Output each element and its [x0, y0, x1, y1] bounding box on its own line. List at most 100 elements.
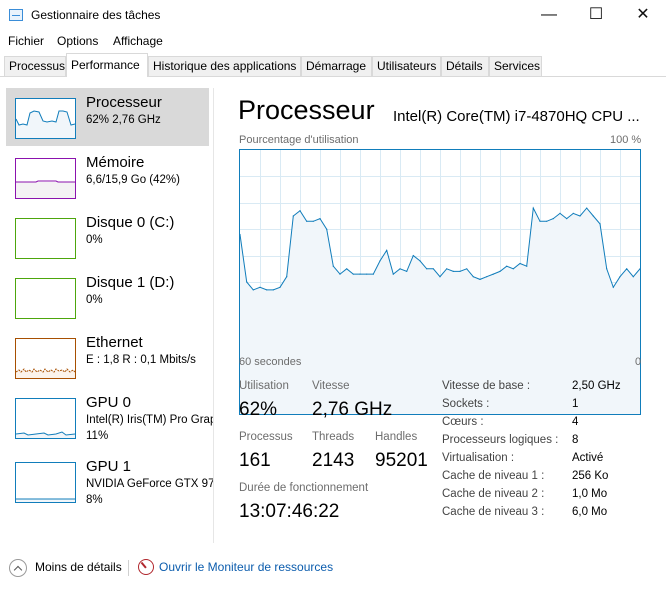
usage-point [526, 265, 528, 267]
usage-point [592, 215, 594, 217]
cpu-thumbnail [15, 98, 76, 139]
usage-point [386, 249, 388, 251]
handles-value: 95201 [375, 450, 428, 471]
title-bar: Gestionnaire des tâches — ☐ ✕ [0, 0, 666, 31]
spec-label: Cache de niveau 2 : [442, 488, 545, 500]
usage-point [426, 268, 428, 270]
tab-processus[interactable]: Processus [4, 56, 66, 76]
usage-point [612, 286, 614, 288]
tab-services[interactable]: Services [489, 56, 542, 76]
tab-details[interactable]: Détails [441, 56, 489, 76]
usage-point [306, 220, 308, 222]
spec-label: Cœurs : [442, 416, 484, 428]
sidebar-item-value: E : 1,8 R : 0,1 Mbits/s [86, 354, 196, 366]
tab-bar: Processus Performance Historique des app… [0, 52, 666, 77]
vitesse-value: 2,76 GHz [312, 399, 393, 420]
usage-point [512, 268, 514, 270]
task-manager-icon [9, 9, 23, 21]
sidebar-item-label: Processeur [86, 94, 162, 111]
open-resource-monitor-link[interactable]: Ouvrir le Moniteur de ressources [159, 560, 333, 574]
menu-affichage[interactable]: Affichage [113, 34, 163, 48]
sidebar-item-label: Ethernet [86, 334, 143, 351]
sidebar-item-value: 62% 2,76 GHz [86, 114, 161, 126]
spec-value: 1,0 Mo [572, 488, 608, 500]
spec-value: 2,50 GHz [572, 380, 621, 392]
usage-point [379, 260, 381, 262]
tab-utilisateurs[interactable]: Utilisateurs [372, 56, 441, 76]
usage-point [632, 276, 634, 278]
graph-label-max: 100 % [610, 134, 642, 146]
footer-divider [128, 560, 129, 576]
processus-label: Processus [239, 431, 293, 443]
spec-label: Sockets : [442, 398, 490, 410]
sidebar-item-label: GPU 1 [86, 458, 132, 475]
spec-label: Processeurs logiques : [442, 434, 559, 446]
sidebar-item-memoire[interactable]: Mémoire 6,6/15,9 Go (42%) [6, 148, 209, 206]
vitesse-label: Vitesse [312, 380, 350, 392]
footer-bar: Moins de détails Ouvrir le Moniteur de r… [0, 548, 666, 593]
usage-point [246, 281, 248, 283]
less-details-button[interactable]: Moins de détails [35, 560, 122, 574]
usage-point [266, 289, 268, 291]
sidebar-item-value: 6,6/15,9 Go (42%) [86, 174, 180, 186]
usage-point [552, 218, 554, 220]
usage-point [406, 270, 408, 272]
sidebar-item-gpu-1[interactable]: GPU 1 NVIDIA GeForce GTX 970M 8% [6, 452, 213, 510]
spec-label: Virtualisation : [442, 452, 515, 464]
usage-point [626, 268, 628, 270]
usage-point [432, 268, 434, 270]
menu-options[interactable]: Options [57, 34, 98, 48]
usage-point [372, 273, 374, 275]
usage-point [459, 270, 461, 272]
sidebar-item-ethernet[interactable]: Ethernet E : 1,8 R : 0,1 Mbits/s [6, 328, 209, 386]
sidebar-item-processeur[interactable]: Processeur 62% 2,76 GHz [6, 88, 209, 146]
usage-point [472, 276, 474, 278]
sidebar-item-label: GPU 0 [86, 394, 132, 411]
processus-value: 161 [239, 450, 271, 471]
close-button[interactable]: ✕ [620, 0, 666, 31]
usage-point [366, 273, 368, 275]
sidebar-item-disque-1[interactable]: Disque 1 (D:) 0% [6, 268, 209, 326]
usage-point [352, 273, 354, 275]
disk-1-thumbnail [15, 278, 76, 319]
utilisation-value: 62% [239, 399, 278, 420]
uptime-label: Durée de fonctionnement [239, 482, 369, 494]
window-title: Gestionnaire des tâches [31, 8, 161, 22]
usage-point [446, 268, 448, 270]
spec-value: Activé [572, 452, 604, 464]
sidebar-item-label: Disque 0 (C:) [86, 214, 175, 231]
usage-point [566, 218, 568, 220]
memory-thumbnail [15, 158, 76, 199]
usage-point [412, 255, 414, 257]
cpu-usage-chart [240, 150, 640, 414]
graph-label-usage: Pourcentage d'utilisation [239, 134, 359, 146]
usage-point [326, 228, 328, 230]
resource-monitor-icon[interactable] [138, 559, 154, 575]
tab-demarrage[interactable]: Démarrage [301, 56, 372, 76]
usage-point [312, 220, 314, 222]
maximize-button[interactable]: ☐ [573, 0, 619, 31]
sidebar-item-subtitle: Intel(R) Iris(TM) Pro Graphics [86, 414, 213, 426]
sidebar-item-disque-0[interactable]: Disque 0 (C:) 0% [6, 208, 209, 266]
usage-point [439, 276, 441, 278]
usage-point [332, 265, 334, 267]
resource-sidebar: Processeur 62% 2,76 GHz Mémoire 6,6/15,9… [0, 88, 213, 548]
sidebar-item-label: Disque 1 (D:) [86, 274, 175, 291]
usage-point [519, 262, 521, 265]
graph-label-time: 60 secondes [239, 356, 302, 368]
usage-point [399, 268, 401, 270]
gpu-1-thumbnail [15, 462, 76, 503]
spec-label: Cache de niveau 1 : [442, 470, 545, 482]
threads-value: 2143 [312, 450, 355, 471]
usage-point [272, 289, 274, 291]
usage-point [346, 268, 348, 270]
tab-historique[interactable]: Historique des applications [148, 56, 301, 76]
sidebar-item-gpu-0[interactable]: GPU 0 Intel(R) Iris(TM) Pro Graphics 11% [6, 388, 213, 446]
chevron-up-icon[interactable] [9, 559, 27, 577]
menu-fichier[interactable]: Fichier [8, 34, 44, 48]
tab-performance[interactable]: Performance [66, 53, 148, 77]
handles-label: Handles [375, 431, 418, 443]
main-panel: Processeur Intel(R) Core(TM) i7-4870HQ C… [214, 88, 666, 548]
usage-point [546, 220, 548, 222]
minimize-button[interactable]: — [526, 0, 572, 31]
